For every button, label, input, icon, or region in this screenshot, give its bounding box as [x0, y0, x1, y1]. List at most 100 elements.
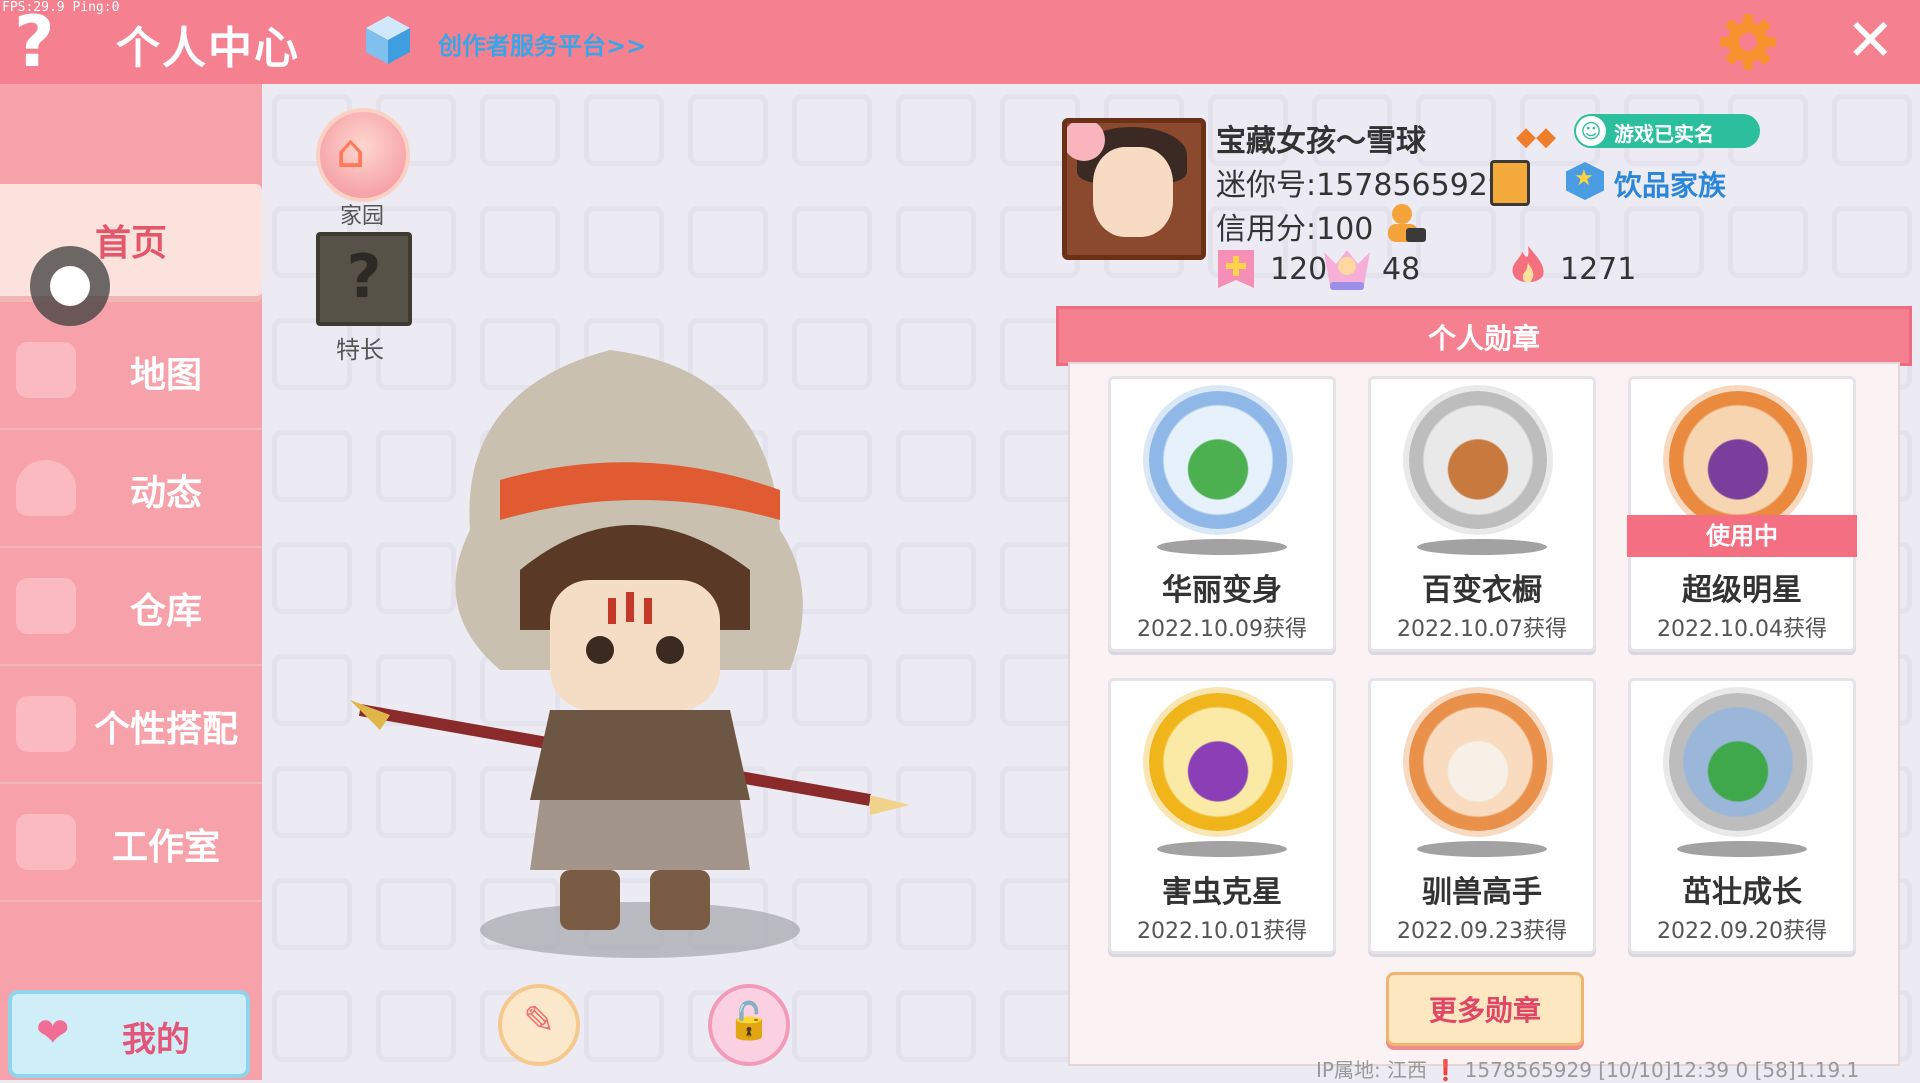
- sidebar-item-label: 首页: [94, 223, 167, 264]
- friend-request-icon[interactable]: [1384, 202, 1428, 246]
- flame-icon: [1512, 245, 1544, 283]
- sidebar-item-warehouse[interactable]: 仓库: [0, 552, 262, 666]
- medal-date: 2022.10.07获得: [1397, 617, 1567, 642]
- warehouse-icon: [16, 578, 76, 634]
- background-tile: [1832, 94, 1912, 166]
- fans-icon: [1324, 250, 1370, 290]
- sidebar-item-studio[interactable]: 工作室: [0, 788, 262, 902]
- home-garden-label: 家园: [339, 204, 384, 229]
- background-tile: [896, 206, 976, 278]
- background-tile: [272, 430, 352, 502]
- question-box-icon: ?: [346, 242, 382, 312]
- lock-button[interactable]: 🔓: [708, 984, 790, 1066]
- family-link[interactable]: 饮品家族: [1614, 164, 1726, 204]
- sidebar-item-feed[interactable]: 动态: [0, 434, 262, 548]
- home-garden-button[interactable]: ⌂: [316, 108, 410, 202]
- medal-name: 华丽变身: [1162, 573, 1282, 608]
- more-medals-button[interactable]: 更多勋章: [1386, 972, 1584, 1046]
- medal-card[interactable]: 驯兽高手 2022.09.23获得: [1368, 678, 1596, 954]
- person-icon: ☺: [1576, 116, 1606, 146]
- background-tile: [272, 766, 352, 838]
- medal-name: 百变衣橱: [1422, 573, 1542, 608]
- settings-gear-icon[interactable]: [1718, 12, 1778, 72]
- background-tile: [272, 990, 352, 1062]
- medal-date: 2022.10.09获得: [1137, 617, 1307, 642]
- studio-icon: [16, 814, 76, 870]
- creator-cube-icon[interactable]: [362, 14, 414, 66]
- medal-card[interactable]: 害虫克星 2022.10.01获得: [1108, 678, 1336, 954]
- background-tile: [1416, 206, 1496, 278]
- background-tile: [480, 94, 560, 166]
- sidebar-item-label: 个性搭配: [93, 709, 238, 750]
- medal-emblem: [1431, 413, 1525, 507]
- sidebar-item-label: 仓库: [129, 591, 202, 632]
- edit-button[interactable]: ✎: [498, 984, 580, 1066]
- medal-emblem: [1431, 715, 1525, 809]
- plus-badge-icon: [1218, 250, 1254, 288]
- more-medals-label: 更多勋章: [1428, 994, 1541, 1027]
- unlock-icon: 🔓: [726, 1001, 772, 1042]
- medal-card[interactable]: 华丽变身 2022.10.09获得: [1108, 376, 1336, 652]
- profile-avatar[interactable]: [1062, 118, 1206, 260]
- player-avatar: [350, 350, 910, 958]
- verified-label: 游戏已实名: [1614, 122, 1714, 146]
- medal-icon: [1409, 693, 1547, 831]
- medal-date: 2022.09.20获得: [1657, 919, 1827, 944]
- verified-badge[interactable]: ☺ 游戏已实名: [1574, 114, 1760, 148]
- medal-card[interactable]: 使用中 超级明星 2022.10.04获得: [1627, 376, 1857, 652]
- sidebar-item-label: 地图: [129, 355, 202, 396]
- medal-date: 2022.10.01获得: [1137, 919, 1307, 944]
- map-icon: [16, 342, 76, 398]
- likes-count: 120: [1270, 252, 1328, 287]
- mine-button[interactable]: ❤ 我的: [8, 990, 250, 1078]
- sidebar: 首页 地图 动态 仓库 个性搭配 工作室: [0, 84, 262, 1080]
- background-tile: [1728, 206, 1808, 278]
- help-icon[interactable]: ?: [14, 2, 55, 82]
- creator-platform-link[interactable]: 创作者服务平台>>: [438, 26, 646, 61]
- mask-icon[interactable]: ◆◆: [1516, 122, 1556, 152]
- background-tile: [480, 206, 560, 278]
- in-use-badge: 使用中: [1627, 515, 1857, 557]
- background-tile: [792, 94, 872, 166]
- medal-icon: [1409, 391, 1547, 529]
- specialty-button[interactable]: ?: [316, 232, 412, 326]
- background-tile: [896, 94, 976, 166]
- sidebar-item-map[interactable]: 地图: [0, 316, 262, 430]
- page-title: 个人中心: [116, 23, 300, 74]
- fans-count: 48: [1382, 252, 1421, 287]
- medal-name: 茁壮成长: [1682, 875, 1802, 910]
- background-tile: [896, 990, 976, 1062]
- copy-icon[interactable]: [1490, 160, 1530, 206]
- background-tile: [688, 206, 768, 278]
- sidebar-item-label: 动态: [129, 473, 202, 514]
- medal-emblem: [1171, 715, 1265, 809]
- nickname: 宝藏女孩～雪球: [1216, 124, 1426, 159]
- medal-emblem: [1691, 715, 1785, 809]
- medal-date: 2022.09.23获得: [1397, 919, 1567, 944]
- background-tile: [272, 878, 352, 950]
- medal-name: 驯兽高手: [1422, 875, 1542, 910]
- background-tile: [272, 654, 352, 726]
- medal-icon: [1669, 693, 1807, 831]
- sidebar-item-outfit[interactable]: 个性搭配: [0, 670, 262, 784]
- medal-date: 2022.10.04获得: [1657, 617, 1827, 642]
- medal-name: 超级明星: [1682, 573, 1802, 608]
- background-tile: [792, 206, 872, 278]
- medal-card[interactable]: 茁壮成长 2022.09.20获得: [1628, 678, 1856, 954]
- credit-score: 信用分:100: [1216, 212, 1374, 247]
- floating-joystick[interactable]: [30, 246, 110, 326]
- medal-panel-header: 个人勋章: [1056, 306, 1912, 366]
- outfit-icon: [16, 696, 76, 752]
- medal-icon: [1669, 391, 1807, 529]
- bell-icon: [16, 460, 76, 516]
- footer-info: IP属地: 江西 ❗ 1578565929 [10/10]12:39 0 [58…: [1316, 1058, 1860, 1082]
- heart-icon: ❤: [36, 1010, 70, 1056]
- background-tile: [1832, 206, 1912, 278]
- house-icon: ⌂: [336, 124, 366, 178]
- background-tile: [1416, 94, 1496, 166]
- medal-icon: [1149, 693, 1287, 831]
- mini-id: 迷你号:1578565929: [1216, 168, 1507, 203]
- mine-label: 我的: [122, 1020, 190, 1060]
- medal-card[interactable]: 百变衣橱 2022.10.07获得: [1368, 376, 1596, 652]
- close-icon[interactable]: ✕: [1846, 4, 1895, 76]
